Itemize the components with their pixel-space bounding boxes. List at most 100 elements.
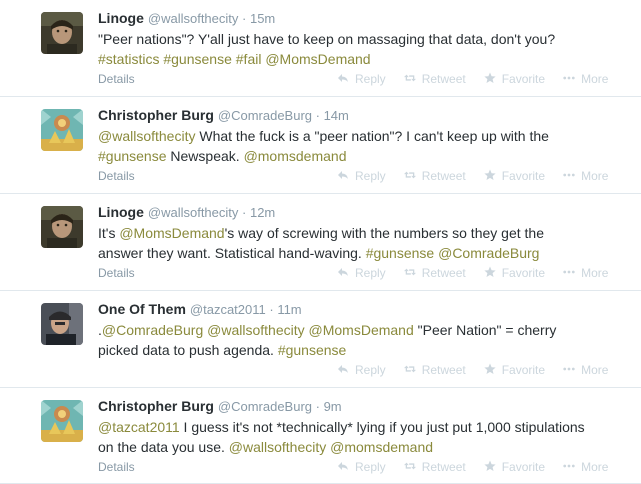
mention-link[interactable]: @ComradeBurg: [102, 322, 203, 338]
tweet-text-segment: "Peer Nation" = cherry: [413, 322, 557, 338]
hashtag-link[interactable]: #gunsense: [98, 148, 167, 164]
more-button[interactable]: More: [563, 265, 608, 281]
hashtag-link[interactable]: #gunsense: [278, 342, 347, 358]
avatar[interactable]: [41, 303, 83, 345]
username[interactable]: @ComradeBurg: [218, 108, 312, 123]
mention-link[interactable]: @momsdemand: [244, 148, 347, 164]
avatar[interactable]: [41, 206, 83, 248]
favorite-button[interactable]: Favorite: [484, 71, 545, 87]
details-link[interactable]: Details: [98, 265, 135, 281]
retweet-button[interactable]: Retweet: [403, 459, 466, 475]
more-icon: [563, 72, 581, 86]
mention-link[interactable]: @wallsofthecity: [207, 322, 304, 338]
timestamp[interactable]: 11m: [277, 302, 301, 317]
reply-button[interactable]: Reply: [337, 265, 386, 281]
tweet-actions: Reply Retweet Favorite More: [337, 265, 626, 281]
tweet-text: @wallsofthecity What the fuck is a "peer…: [98, 126, 633, 166]
hashtag-link[interactable]: #statistics: [98, 51, 159, 67]
tweet-item[interactable]: Linoge @wallsofthecity · 15m "Peer nations…: [0, 0, 641, 97]
reply-button[interactable]: Reply: [337, 168, 386, 184]
mention-link[interactable]: @momsdemand: [330, 439, 433, 455]
tweet-header: Linoge @wallsofthecity · 15m: [98, 10, 631, 27]
more-button[interactable]: More: [563, 168, 608, 184]
retweet-button[interactable]: Retweet: [403, 168, 466, 184]
favorite-button[interactable]: Favorite: [484, 459, 545, 475]
favorite-icon: [484, 363, 502, 377]
retweet-button[interactable]: Retweet: [403, 265, 466, 281]
tweet-footer: Details Reply Retweet Favorite More: [98, 168, 621, 184]
mention-link[interactable]: @ComradeBurg: [438, 245, 539, 261]
reply-icon: [337, 363, 355, 377]
tweet-actions: Reply Retweet Favorite More: [337, 168, 626, 184]
mention-link[interactable]: @MomsDemand: [309, 322, 414, 338]
tweet-text-segment: It's: [98, 225, 120, 241]
timestamp[interactable]: 9m: [324, 399, 342, 414]
username[interactable]: @ComradeBurg: [218, 399, 312, 414]
separator-dot: ·: [238, 11, 250, 26]
favorite-button[interactable]: Favorite: [484, 362, 545, 378]
tweet-item[interactable]: Christopher Burg @ComradeBurg · 9m @tazcat…: [0, 388, 641, 484]
separator-dot: ·: [312, 108, 324, 123]
tweet-text-segment: 's way of screwing with the numbers so t…: [224, 225, 544, 241]
more-icon: [563, 266, 581, 280]
more-icon: [563, 363, 581, 377]
retweet-button[interactable]: Retweet: [403, 71, 466, 87]
tweet-text-segment: on the data you use.: [98, 439, 229, 455]
tweet-footer: Details Reply Retweet Favorite More: [98, 459, 621, 475]
retweet-icon: [403, 266, 422, 280]
details-link[interactable]: Details: [98, 71, 135, 87]
tweet-actions: Reply Retweet Favorite More: [337, 71, 626, 87]
reply-icon: [337, 460, 355, 474]
mention-link[interactable]: @wallsofthecity: [98, 128, 195, 144]
favorite-button[interactable]: Favorite: [484, 168, 545, 184]
display-name[interactable]: Christopher Burg: [98, 398, 214, 414]
tweet-actions: Reply Retweet Favorite More: [337, 362, 626, 378]
more-button[interactable]: More: [563, 459, 608, 475]
reply-button[interactable]: Reply: [337, 362, 386, 378]
username[interactable]: @wallsofthecity: [148, 11, 239, 26]
reply-button[interactable]: Reply: [337, 71, 386, 87]
timestamp[interactable]: 14m: [324, 108, 349, 123]
display-name[interactable]: One Of Them: [98, 301, 186, 317]
more-button[interactable]: More: [563, 362, 608, 378]
retweet-label: Retweet: [421, 72, 466, 86]
favorite-icon: [484, 72, 502, 86]
avatar[interactable]: [41, 12, 83, 54]
display-name[interactable]: Linoge: [98, 204, 144, 220]
retweet-icon: [403, 169, 422, 183]
more-label: More: [581, 460, 609, 474]
timestamp[interactable]: 15m: [250, 11, 275, 26]
reply-button[interactable]: Reply: [337, 459, 386, 475]
hashtag-link[interactable]: #gunsense: [366, 245, 435, 261]
tweet-text-segment: Newspeak.: [166, 148, 244, 164]
tweet-text-segment: I guess it's not *technically* lying if …: [179, 419, 585, 435]
mention-link[interactable]: @MomsDemand: [119, 225, 224, 241]
tweet-text: "Peer nations"? Y'all just have to keep …: [98, 29, 633, 69]
mention-link[interactable]: @MomsDemand: [265, 51, 370, 67]
display-name[interactable]: Christopher Burg: [98, 107, 214, 123]
avatar[interactable]: [41, 400, 83, 442]
hashtag-link[interactable]: #gunsense: [163, 51, 232, 67]
display-name[interactable]: Linoge: [98, 10, 144, 26]
retweet-button[interactable]: Retweet: [403, 362, 466, 378]
tweet-item[interactable]: Linoge @wallsofthecity · 12m It's @MomsDem…: [0, 194, 641, 291]
reply-label: Reply: [355, 169, 386, 183]
more-button[interactable]: More: [563, 71, 608, 87]
favorite-button[interactable]: Favorite: [484, 265, 545, 281]
hashtag-link[interactable]: #fail: [236, 51, 262, 67]
more-label: More: [581, 169, 609, 183]
mention-link[interactable]: @tazcat2011: [98, 419, 180, 435]
timestamp[interactable]: 12m: [250, 205, 275, 220]
separator-dot: ·: [265, 302, 278, 317]
avatar[interactable]: [41, 109, 83, 151]
mention-link[interactable]: @wallsofthecity: [229, 439, 326, 455]
username[interactable]: @wallsofthecity: [148, 205, 239, 220]
tweet-item[interactable]: Christopher Burg @ComradeBurg · 14m @walls…: [0, 97, 641, 194]
details-link[interactable]: Details: [98, 168, 135, 184]
more-icon: [563, 169, 581, 183]
reply-label: Reply: [355, 363, 386, 377]
details-link[interactable]: Details: [98, 459, 135, 475]
username[interactable]: @tazcat2011: [190, 302, 266, 317]
tweet-item[interactable]: One Of Them @tazcat2011 · 11m .@ComradeBur…: [0, 291, 641, 388]
tweet-text: @tazcat2011 I guess it's not *technicall…: [98, 417, 633, 457]
